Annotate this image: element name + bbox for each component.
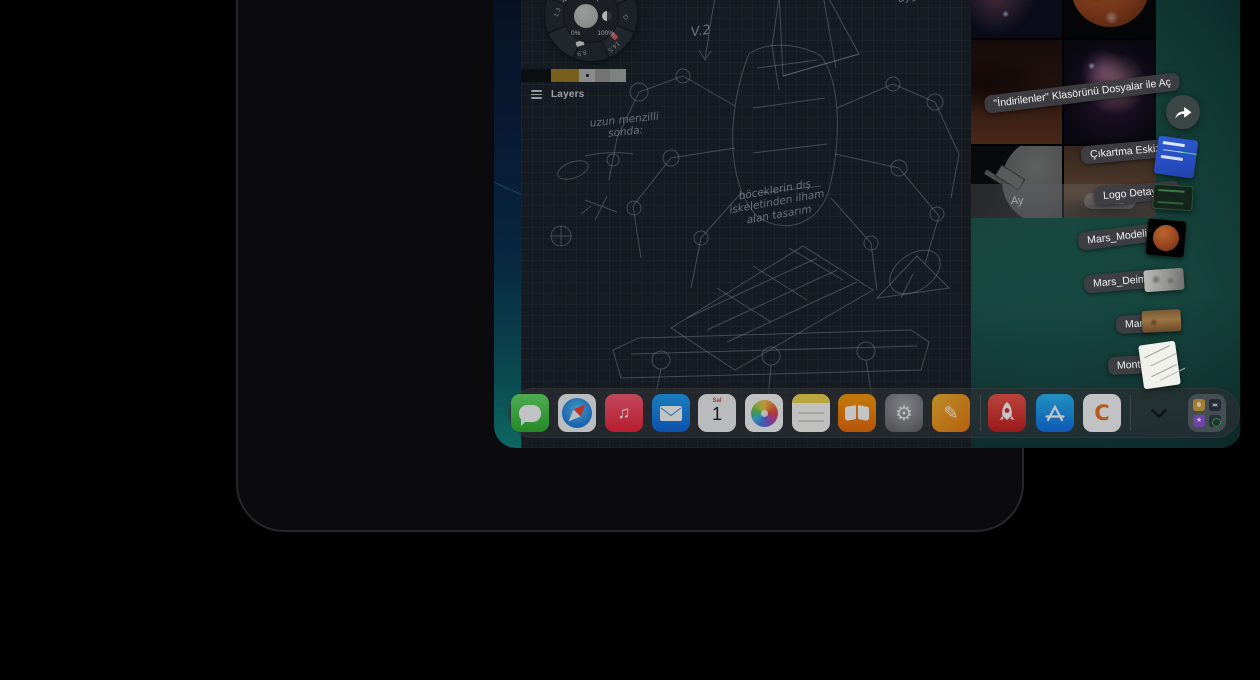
drag-thumb-sticker-sheet[interactable] <box>1154 135 1199 178</box>
share-arrow-icon <box>1173 103 1193 121</box>
share-forward-button[interactable] <box>1166 95 1200 129</box>
drag-thumb-logo-blueprint[interactable] <box>1152 184 1194 212</box>
drag-label-downloads[interactable]: "İndirilenler" Klasörünü Dosyalar ile Aç <box>984 72 1181 114</box>
drag-thumb-mars-model[interactable] <box>1146 218 1187 257</box>
drag-thumb-mars-deimos[interactable] <box>1143 268 1184 293</box>
ipad-screen: Konseptler_ma... 59% 90° PRO ? <box>494 0 1242 448</box>
drag-thumb-montaj-sketch[interactable] <box>1138 341 1181 390</box>
ipad-device: Konseptler_ma... 59% 90° PRO ? <box>236 0 1024 532</box>
drag-thumb-mars-surface[interactable] <box>1141 309 1181 333</box>
drag-layer: "İndirilenler" Klasörünü Dosyalar ile Aç… <box>494 0 1242 448</box>
